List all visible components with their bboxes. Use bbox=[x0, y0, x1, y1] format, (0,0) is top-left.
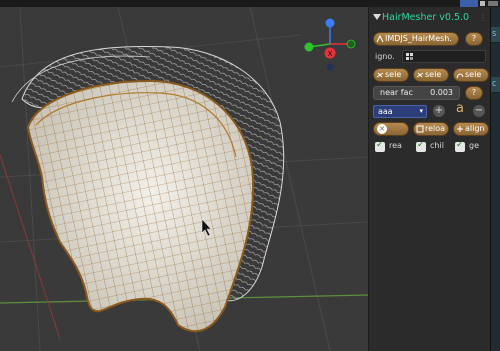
close-button[interactable]: ✕ bbox=[373, 122, 409, 136]
reload-icon bbox=[416, 125, 424, 133]
near-face-label: near fac bbox=[380, 88, 413, 97]
hairmesher-panel: HairMesher v0.5.0 ⋮⋮ IMDJS_HairMesh. ? i… bbox=[368, 7, 495, 351]
top-bar-icon bbox=[480, 1, 485, 6]
gizmo-neg-z-handle[interactable] bbox=[326, 63, 334, 71]
panel-header[interactable]: HairMesher v0.5.0 ⋮⋮ bbox=[369, 11, 495, 27]
preset-dropdown[interactable]: aaa ▾ bbox=[373, 105, 427, 118]
checkbox-rea[interactable]: ✓ rea bbox=[375, 140, 411, 153]
ignore-label: igno. bbox=[375, 52, 395, 61]
help-button[interactable]: ? bbox=[465, 32, 483, 46]
sidebar-tab-2[interactable]: C bbox=[491, 77, 500, 93]
check-icon: ✓ bbox=[376, 140, 384, 150]
gizmo-z-handle[interactable] bbox=[325, 18, 335, 28]
navigation-gizmo[interactable]: X bbox=[304, 18, 356, 71]
collapse-arrow-icon[interactable] bbox=[373, 14, 381, 20]
checkbox-box[interactable]: ✓ bbox=[375, 140, 385, 152]
near-face-field[interactable]: near fac 0.003 bbox=[373, 86, 460, 100]
ignore-field[interactable] bbox=[402, 50, 486, 63]
gizmo-y-handle[interactable] bbox=[304, 42, 314, 52]
checkbox-box[interactable]: ✓ bbox=[416, 140, 426, 152]
checkbox-chil[interactable]: ✓ chil bbox=[416, 140, 452, 153]
drag-grip-icon[interactable]: ⋮⋮ bbox=[479, 13, 495, 23]
near-face-value: 0.003 bbox=[430, 88, 453, 97]
near-face-help-button[interactable]: ? bbox=[465, 86, 483, 100]
preset-add-icon[interactable]: + bbox=[433, 105, 445, 117]
gizmo-neg-y-handle[interactable] bbox=[346, 39, 356, 49]
select-icon bbox=[456, 73, 464, 79]
preset-remove-icon[interactable]: − bbox=[473, 105, 485, 117]
select-button-3[interactable]: sele bbox=[453, 68, 489, 82]
check-icon: ✓ bbox=[456, 140, 464, 150]
viewport-canvas[interactable]: X bbox=[0, 7, 368, 351]
reload-button[interactable]: reloa bbox=[413, 122, 449, 136]
preset-letter-icon[interactable]: a bbox=[453, 102, 467, 118]
checkbox-box[interactable]: ✓ bbox=[455, 140, 465, 152]
top-bar-widget bbox=[488, 1, 498, 6]
gizmo-x-label: X bbox=[328, 50, 333, 58]
sidebar-tab-1[interactable]: S bbox=[491, 27, 500, 43]
select-icon bbox=[416, 72, 424, 78]
3d-viewport[interactable]: X bbox=[0, 7, 368, 351]
chevron-down-icon: ▾ bbox=[419, 107, 423, 115]
align-button[interactable]: align bbox=[453, 122, 489, 136]
top-bar-accent bbox=[460, 0, 478, 7]
checkbox-ge[interactable]: ✓ ge bbox=[455, 140, 485, 153]
select-button-1[interactable]: sele bbox=[373, 68, 409, 82]
hair-mesh-grid bbox=[28, 81, 254, 332]
object-picker-icon bbox=[406, 53, 413, 60]
check-icon: ✓ bbox=[417, 140, 425, 150]
top-bar bbox=[0, 0, 500, 7]
select-button-2[interactable]: sele bbox=[413, 68, 449, 82]
mesh-object-button[interactable]: IMDJS_HairMesh. bbox=[373, 32, 459, 46]
align-icon bbox=[457, 126, 463, 132]
select-icon bbox=[376, 72, 384, 78]
mesh-icon bbox=[376, 35, 384, 43]
sidebar-tab-strip: S C bbox=[490, 7, 500, 351]
close-icon: ✕ bbox=[377, 124, 387, 134]
panel-title: HairMesher v0.5.0 bbox=[382, 12, 470, 23]
